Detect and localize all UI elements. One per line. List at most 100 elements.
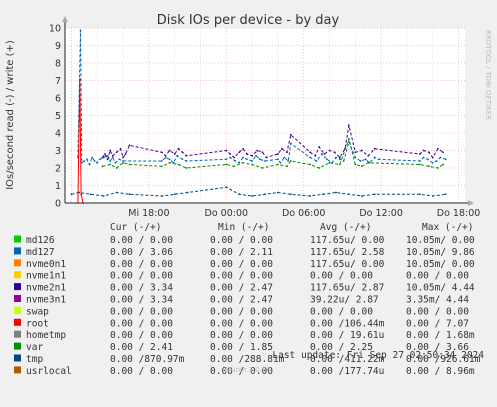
data-point-root <box>80 193 83 196</box>
data-point-nvme2n1 <box>280 147 283 150</box>
data-point-md127 <box>439 156 442 159</box>
legend-swatch-nvme0n1 <box>14 259 21 267</box>
legend-avg: 0.00 /106.44m <box>310 318 385 329</box>
data-point-md127 <box>320 153 323 155</box>
legend-cur: 0.00 / 0.00 <box>110 259 173 270</box>
data-point-md127 <box>164 156 167 159</box>
data-point-md127 <box>160 160 163 162</box>
data-point-var <box>122 161 124 164</box>
legend-name: swap <box>26 306 49 317</box>
data-point-nvme2n1 <box>422 149 425 152</box>
data-point-nvme2n1 <box>225 149 228 152</box>
y-tick-label: 3 <box>55 146 61 157</box>
data-point-tmp <box>128 193 131 196</box>
legend-cur: 0.00 / 0.00 <box>110 235 173 246</box>
data-point-md127 <box>444 158 447 161</box>
data-point-var <box>286 165 288 168</box>
data-point-root <box>78 78 81 81</box>
data-point-nvme2n1 <box>360 149 363 152</box>
legend-avg: 117.65u/ 2.87 <box>310 283 384 294</box>
data-point-md127 <box>246 158 248 161</box>
data-point-nvme2n1 <box>373 147 376 150</box>
data-point-md127 <box>283 156 286 159</box>
x-tick-label: Do 06:00 <box>282 208 326 219</box>
data-point-nvme2n1 <box>261 151 264 154</box>
data-point-tmp <box>444 193 447 196</box>
legend-name: tmp <box>26 354 43 365</box>
data-point-tmp <box>431 195 434 197</box>
data-point-md127 <box>168 158 171 161</box>
data-point-md127 <box>234 160 237 162</box>
data-point-nvme2n1 <box>265 156 268 159</box>
legend-name: md127 <box>26 247 55 258</box>
data-point-nvme2n1 <box>318 146 321 148</box>
legend-max: 10.05m/ 0.00 <box>406 259 475 270</box>
data-point-nvme2n1 <box>246 153 248 155</box>
data-point-md127 <box>364 158 367 161</box>
legend-header-avg: Avg (-/+) <box>320 222 371 233</box>
chart: Disk IOs per device - by day RRDTOOL / T… <box>5 13 492 377</box>
data-point-tmp <box>186 191 189 194</box>
data-point-md127 <box>258 158 261 161</box>
data-point-nvme2n1 <box>431 156 434 159</box>
data-point-var <box>242 161 244 164</box>
data-point-md127 <box>418 160 421 162</box>
data-point-nvme2n1 <box>256 149 259 152</box>
data-point-md127 <box>354 156 357 159</box>
data-point-var <box>128 163 131 166</box>
data-point-var <box>225 163 228 166</box>
data-point-nvme2n1 <box>238 151 241 154</box>
data-point-nvme2n1 <box>347 124 350 127</box>
data-point-md127 <box>83 160 86 162</box>
data-point-var <box>427 165 430 168</box>
legend-max: 0.00 / 0.00 <box>406 306 469 317</box>
data-point-var <box>185 167 188 169</box>
data-point-var <box>289 160 292 162</box>
data-point-nvme2n1 <box>251 154 253 157</box>
data-point-tmp <box>89 193 92 196</box>
data-point-nvme2n1 <box>442 151 444 154</box>
legend-max: 3.35m/ 4.44 <box>406 295 469 306</box>
data-point-var <box>101 165 104 168</box>
data-point-nvme2n1 <box>427 151 430 154</box>
data-point-var <box>160 165 163 168</box>
data-point-md127 <box>88 163 91 166</box>
munin-version: Munin 2.0.56 <box>225 366 271 374</box>
data-point-var <box>277 163 279 166</box>
data-point-var <box>309 163 312 166</box>
data-point-var <box>109 163 112 166</box>
data-point-nvme2n1 <box>314 154 317 157</box>
y-tick-label: 6 <box>55 94 61 105</box>
legend-swatch-usrlocal <box>14 366 21 374</box>
x-tick-label: Mi 18:00 <box>128 208 169 219</box>
data-point-md127 <box>309 156 312 159</box>
legend-min: 0.00 / 0.00 <box>210 306 273 317</box>
data-point-md127 <box>426 158 429 161</box>
data-point-md127 <box>181 158 184 161</box>
data-point-var <box>177 163 180 166</box>
data-point-md127 <box>93 160 96 162</box>
data-point-md127 <box>225 158 228 161</box>
data-point-var <box>115 167 118 169</box>
data-point-md127 <box>251 160 253 162</box>
x-axis-ticks: Mi 18:00 Do 00:00 Do 06:00 Do 12:00 Do 18:00… <box>128 208 480 219</box>
y-tick-label: 5 <box>55 111 61 122</box>
data-point-nvme2n1 <box>354 151 357 154</box>
legend-cur: 0.00 / 0.00 <box>110 366 173 377</box>
data-point-md127 <box>122 160 124 162</box>
data-point-nvme2n1 <box>242 147 244 150</box>
legend-avg: 0.00 /177.74u <box>310 366 384 377</box>
data-point-md127 <box>435 160 438 162</box>
data-point-md127 <box>111 156 114 159</box>
data-point-md127 <box>342 160 345 162</box>
data-point-nvme2n1 <box>437 147 439 150</box>
legend-cur: 0.00 / 0.00 <box>110 318 173 329</box>
y-tick-label: 0 <box>55 199 61 210</box>
data-point-md127 <box>229 156 232 159</box>
legend-min: 0.00 / 1.85 <box>210 342 273 353</box>
data-point-md127 <box>279 161 282 164</box>
y-tick-label: 1 <box>55 181 61 192</box>
data-point-tmp <box>102 195 105 197</box>
legend-name: hometmp <box>26 330 66 341</box>
data-point-tmp <box>277 191 279 194</box>
